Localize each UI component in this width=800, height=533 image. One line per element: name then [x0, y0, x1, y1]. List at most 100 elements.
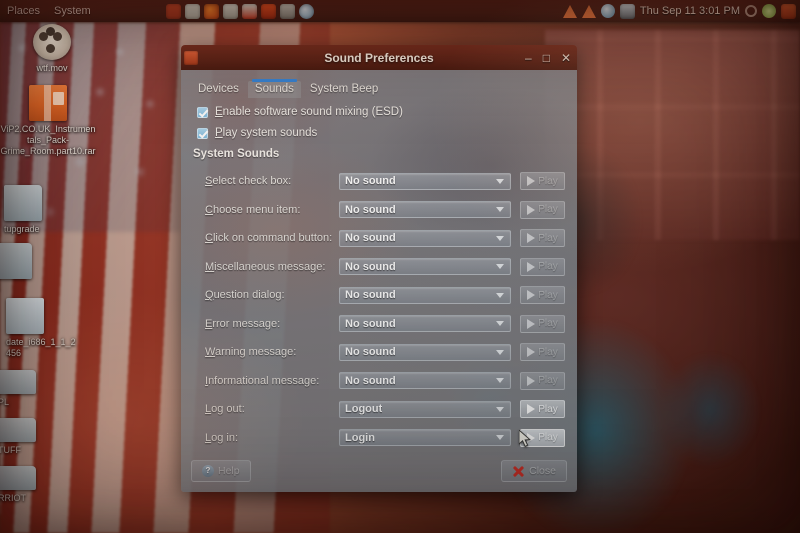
label-rest: arning message: — [215, 346, 296, 358]
play-label: Play — [538, 318, 557, 329]
disk-icon[interactable] — [280, 4, 295, 19]
play-icon — [527, 262, 535, 272]
panel-clock[interactable]: Thu Sep 11 3:01 PM — [640, 5, 740, 17]
checkbox-label: Play system sounds — [215, 127, 317, 139]
sound-select-dropdown[interactable]: No sound — [339, 287, 511, 304]
sound-select-dropdown[interactable]: No sound — [339, 315, 511, 332]
sound-preferences-dialog[interactable]: Sound Preferences – □ ✕ Devices Sounds S… — [181, 45, 577, 492]
desktop-icon-label: tupgrade — [4, 224, 40, 234]
checkbox-indicator[interactable] — [197, 128, 208, 139]
minimize-button[interactable]: – — [525, 52, 532, 64]
dialog-titlebar[interactable]: Sound Preferences – □ ✕ — [181, 45, 577, 70]
label-rest: rror message: — [212, 318, 280, 330]
play-button[interactable]: Play — [520, 343, 565, 361]
desktop-icon-rriot[interactable]: RRIOT — [0, 466, 48, 504]
network-icon[interactable] — [781, 4, 796, 19]
window-controls[interactable]: – □ ✕ — [525, 52, 571, 64]
maximize-button[interactable]: □ — [543, 52, 550, 64]
sound-select-dropdown[interactable]: Login — [339, 429, 511, 446]
mnemonic-letter: C — [205, 204, 213, 216]
play-icon — [527, 233, 535, 243]
files-icon[interactable] — [223, 4, 238, 19]
search-icon[interactable] — [745, 5, 757, 17]
sound-row-select-check-box: Select check box: No sound Play — [205, 167, 567, 196]
sound-row-question-dialog: Question dialog: No sound Play — [205, 281, 567, 310]
sound-select-dropdown[interactable]: No sound — [339, 173, 511, 190]
panel-menu-system[interactable]: System — [47, 0, 98, 22]
desktop-icon-rar-archive[interactable]: ViP2.CO.UK_Instrumentals_Pack-Grime_Room… — [0, 85, 96, 157]
checkbox-label: Enable software sound mixing (ESD) — [215, 106, 403, 118]
chevron-down-icon — [496, 435, 504, 440]
dropdown-value: No sound — [340, 375, 396, 387]
play-button[interactable]: Play — [520, 258, 565, 276]
panel-tray[interactable]: Thu Sep 11 3:01 PM — [563, 0, 796, 22]
play-button[interactable]: Play — [520, 201, 565, 219]
desktop-icon-label: PL — [0, 397, 9, 407]
desktop-icon-wtf-mov[interactable]: wtf.mov — [2, 24, 102, 74]
tab-system-beep[interactable]: System Beep — [303, 81, 385, 98]
chevron-down-icon — [496, 236, 504, 241]
dropdown-value: Logout — [340, 403, 382, 415]
play-button[interactable]: Play — [520, 172, 565, 190]
vlc-icon[interactable] — [582, 5, 596, 18]
chevron-down-icon — [496, 350, 504, 355]
sound-row-informational-message: Informational message: No sound Play — [205, 367, 567, 396]
label-rest: nable software sound mixing (ESD) — [223, 106, 403, 118]
terminal-icon[interactable] — [261, 4, 276, 19]
close-window-button[interactable]: ✕ — [561, 52, 571, 64]
help-button[interactable]: ? Help — [191, 460, 251, 482]
top-panel[interactable]: Places System Thu Sep 11 3:01 PM — [0, 0, 800, 22]
network-icon[interactable] — [299, 4, 314, 19]
panel-launchers[interactable] — [166, 4, 314, 19]
desktop-icon-pl[interactable]: PL — [0, 370, 48, 408]
play-button[interactable]: Play — [520, 286, 565, 304]
row-label: Miscellaneous message: — [205, 261, 339, 273]
mnemonic-letter: P — [215, 127, 223, 139]
play-icon — [527, 205, 535, 215]
dropdown-value: No sound — [340, 175, 396, 187]
sound-select-dropdown[interactable]: No sound — [339, 201, 511, 218]
desktop-icon-tuff[interactable]: TUFF — [0, 418, 48, 456]
panel-menu-places[interactable]: Places — [0, 0, 47, 22]
battery-icon[interactable] — [762, 4, 776, 18]
play-button[interactable]: Play — [520, 315, 565, 333]
terminal-icon[interactable] — [620, 4, 635, 19]
sound-select-dropdown[interactable]: No sound — [339, 344, 511, 361]
browser-icon[interactable] — [601, 4, 615, 18]
close-button[interactable]: Close — [501, 460, 567, 482]
chevron-down-icon — [496, 179, 504, 184]
checkbox-enable-esd[interactable]: Enable software sound mixing (ESD) — [197, 106, 567, 118]
desktop-icon-tupgrade[interactable]: tupgrade — [0, 185, 58, 235]
mnemonic-letter: Q — [205, 289, 214, 301]
document-icon — [6, 298, 44, 334]
mnemonic-letter: C — [205, 232, 213, 244]
checkbox-play-system-sounds[interactable]: Play system sounds — [197, 127, 567, 139]
sound-select-dropdown[interactable]: Logout — [339, 401, 511, 418]
sound-select-dropdown[interactable]: No sound — [339, 230, 511, 247]
desktop-icon-e[interactable]: E — [0, 243, 44, 293]
play-label: Play — [538, 347, 557, 358]
play-button[interactable]: Play — [520, 372, 565, 390]
vlc-icon[interactable] — [563, 5, 577, 18]
play-button[interactable]: Play — [520, 400, 565, 418]
desktop-icon-label: ViP2.CO.UK_Instrumentals_Pack-Grime_Room… — [0, 124, 95, 156]
browser-icon[interactable] — [166, 4, 181, 19]
media-player-icon[interactable] — [185, 4, 200, 19]
firefox-icon[interactable] — [204, 4, 219, 19]
dialog-footer: ? Help Close — [191, 458, 567, 484]
mail-icon[interactable] — [242, 4, 257, 19]
tab-devices[interactable]: Devices — [191, 81, 246, 98]
chevron-down-icon — [496, 321, 504, 326]
checkbox-indicator[interactable] — [197, 107, 208, 118]
mnemonic-letter: W — [205, 346, 215, 358]
desktop-icon-update-file[interactable]: date_i686_1_1_2456 — [0, 298, 76, 359]
sound-select-dropdown[interactable]: No sound — [339, 372, 511, 389]
chevron-down-icon — [496, 293, 504, 298]
sound-select-dropdown[interactable]: No sound — [339, 258, 511, 275]
tab-bar[interactable]: Devices Sounds System Beep — [191, 76, 567, 98]
sound-row-warning-message: Warning message: No sound Play — [205, 338, 567, 367]
play-button[interactable]: Play — [520, 229, 565, 247]
row-label: Log out: — [205, 403, 339, 415]
play-label: Play — [538, 261, 557, 272]
tab-sounds[interactable]: Sounds — [248, 81, 301, 98]
